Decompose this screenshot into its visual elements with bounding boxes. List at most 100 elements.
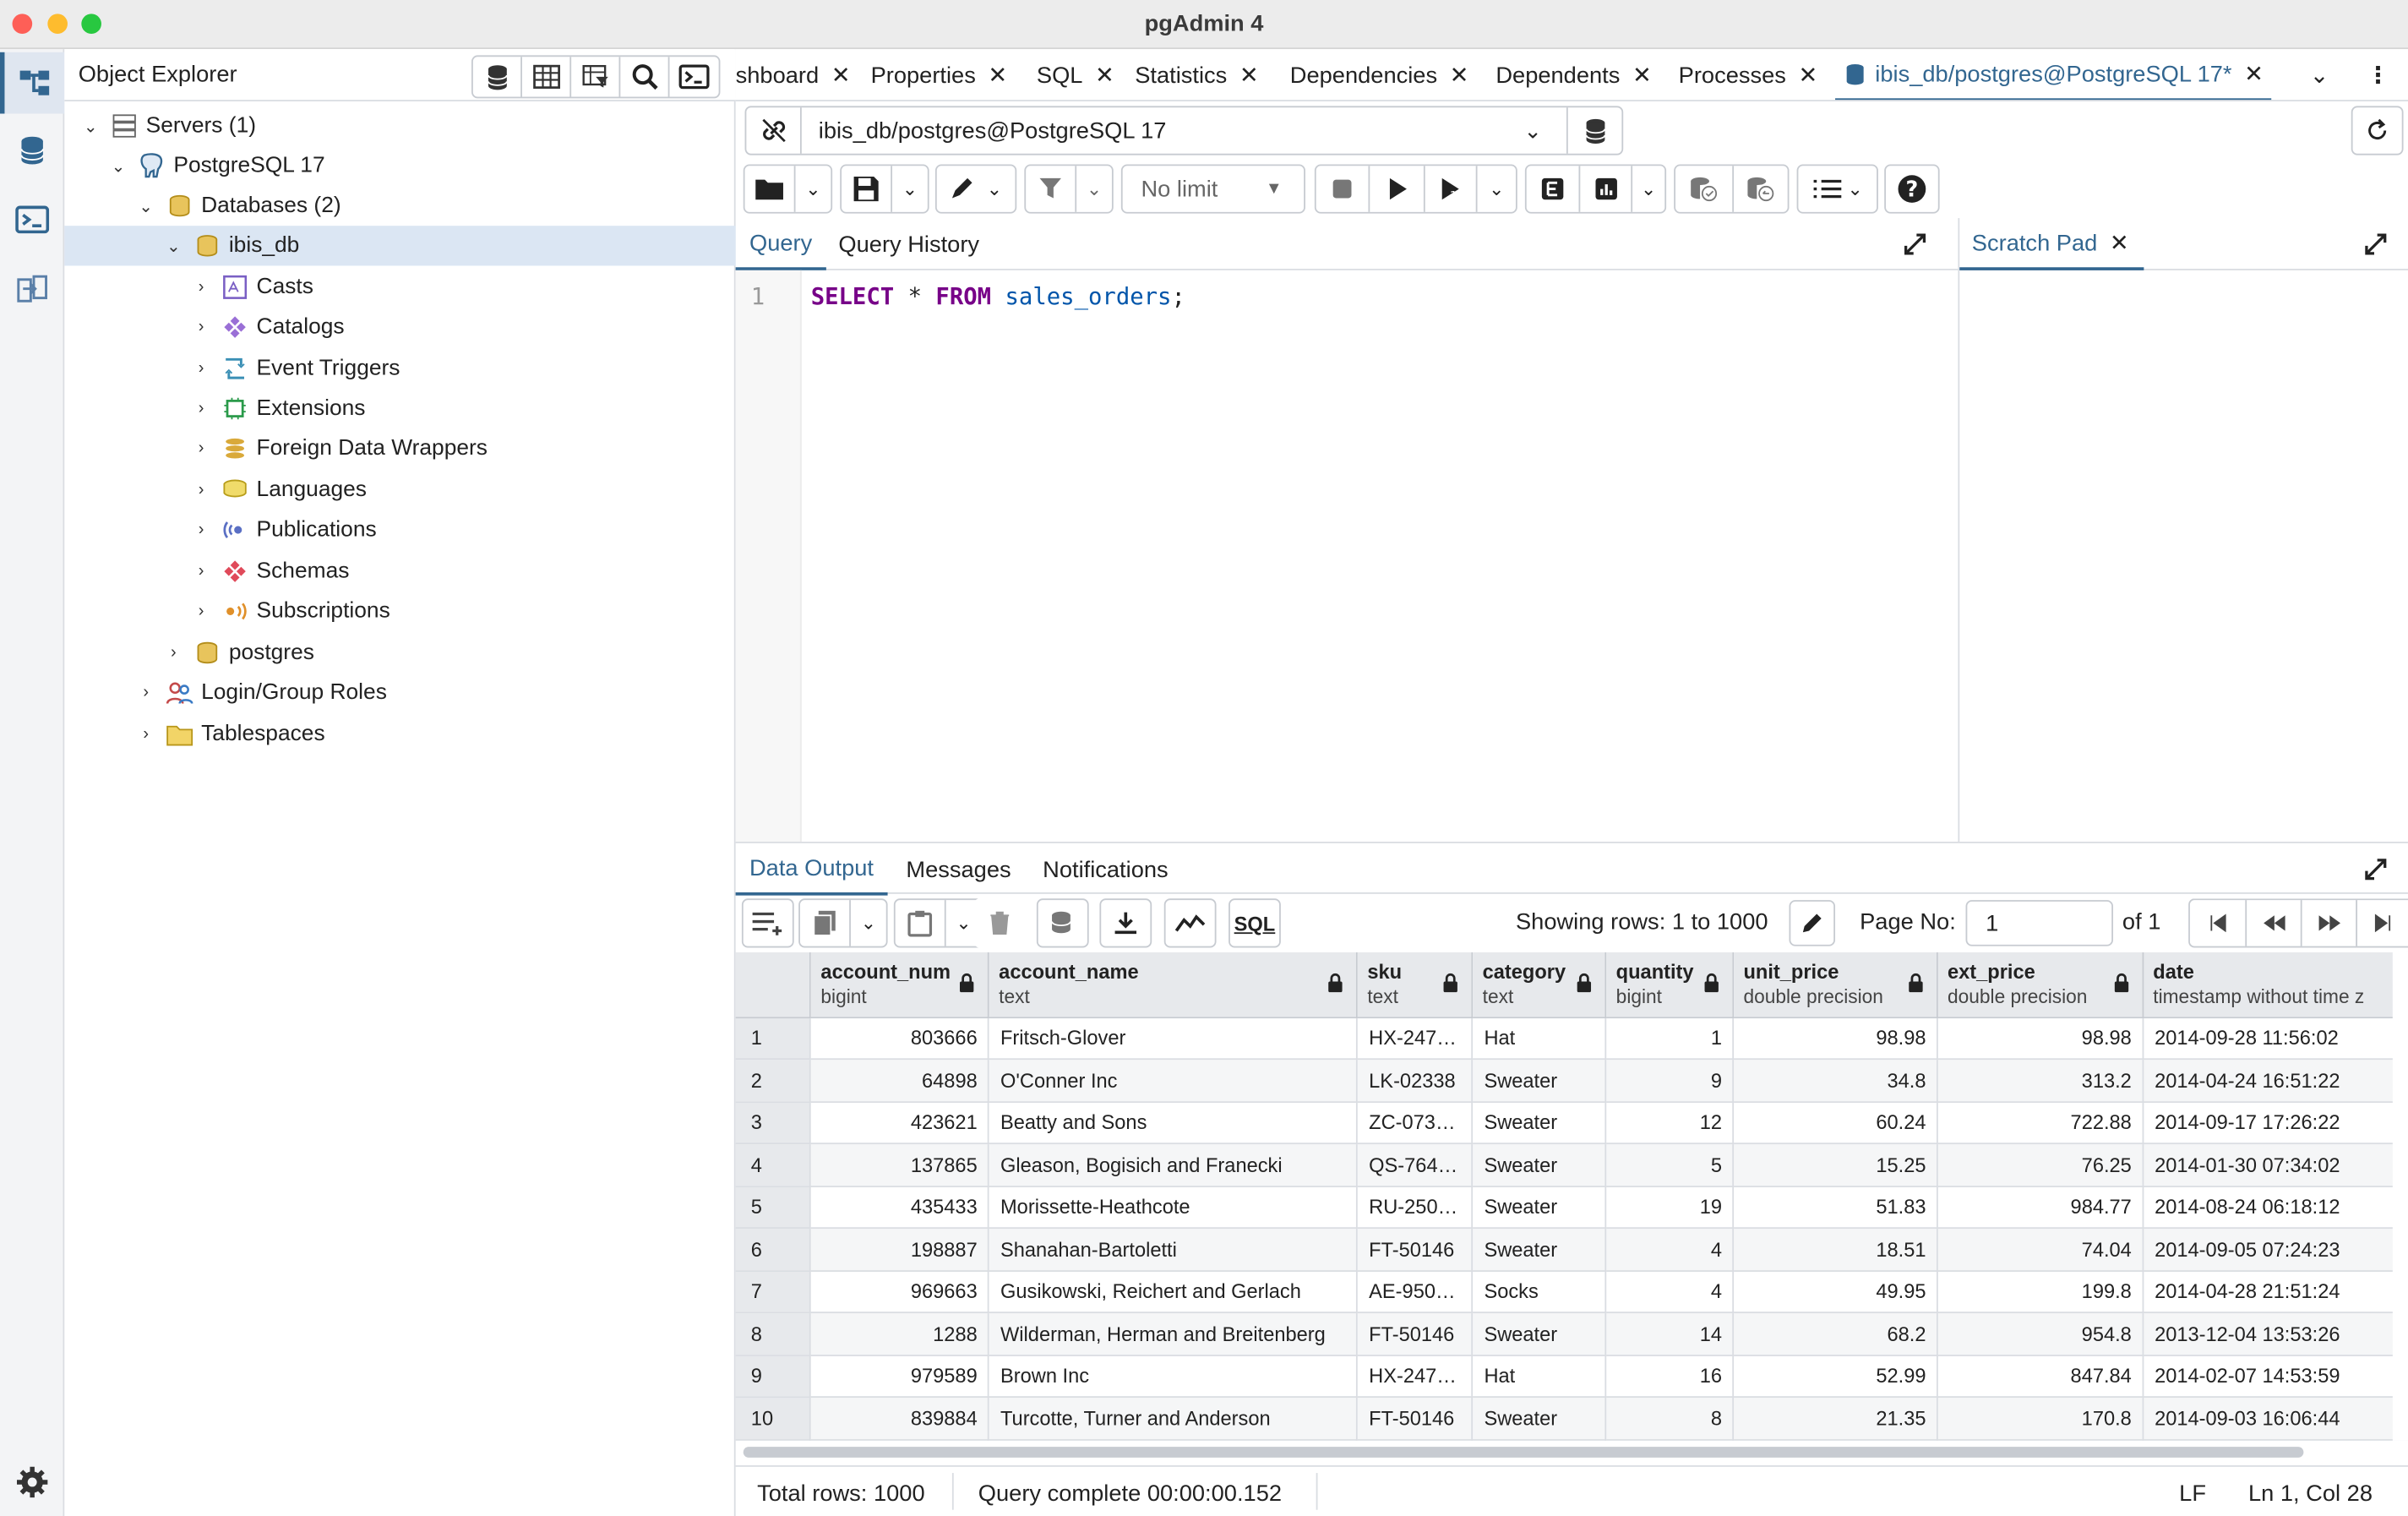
chevron-down-icon[interactable]: ⌄ xyxy=(133,196,158,216)
close-icon[interactable]: ✕ xyxy=(1239,62,1259,90)
explain-analyze-chart-icon[interactable] xyxy=(1578,166,1631,212)
table-row[interactable]: 6 198887 Shanahan-Bartoletti FT-50146 Sweate… xyxy=(735,1228,2408,1272)
last-page-icon[interactable] xyxy=(2356,900,2408,946)
tab-dashboard[interactable]: shboard ✕ xyxy=(736,49,851,100)
table-cell[interactable]: 722.88 xyxy=(1937,1101,2144,1145)
table-cell[interactable]: Sweater xyxy=(1472,1397,1607,1440)
table-cell[interactable]: Shanahan-Bartoletti xyxy=(989,1228,1359,1272)
tree-item-extensions[interactable]: › Extensions xyxy=(64,389,735,428)
chevron-right-icon[interactable]: › xyxy=(189,318,214,336)
row-number-cell[interactable]: 9 xyxy=(735,1355,812,1398)
rollback-icon[interactable] xyxy=(1731,166,1787,212)
table-cell[interactable]: Sweater xyxy=(1472,1312,1607,1356)
table-cell[interactable]: 137865 xyxy=(810,1143,990,1187)
tree-item-casts[interactable]: › Casts xyxy=(64,267,735,307)
table-row[interactable]: 9 979589 Brown Inc HX-247… Hat 16 52.99 847.84 2… xyxy=(735,1355,2408,1398)
first-page-icon[interactable] xyxy=(2190,913,2245,933)
table-row[interactable]: 4 137865 Gleason, Bogisich and Franecki QS-… xyxy=(735,1143,2408,1187)
row-number-cell[interactable]: 10 xyxy=(735,1397,812,1440)
close-icon[interactable]: ✕ xyxy=(1095,62,1114,90)
table-cell[interactable]: Gusikowski, Reichert and Gerlach xyxy=(989,1270,1359,1314)
table-cell[interactable]: 423621 xyxy=(810,1101,990,1145)
filter-button[interactable]: ⌄ xyxy=(1024,164,1114,214)
table-cell[interactable]: 68.2 xyxy=(1733,1312,1939,1356)
table-cell[interactable]: 954.8 xyxy=(1937,1312,2144,1356)
table-cell[interactable]: Sweater xyxy=(1472,1101,1607,1145)
table-cell[interactable]: LK-02338 xyxy=(1357,1059,1474,1103)
column-header[interactable]: date timestamp without time z xyxy=(2143,952,2408,1018)
tab-query-history[interactable]: Query History xyxy=(838,218,979,270)
table-cell[interactable]: Sweater xyxy=(1472,1059,1607,1103)
expand-icon[interactable] xyxy=(2363,218,2388,270)
tree-item-server[interactable]: ⌄ PostgreSQL 17 xyxy=(64,146,735,186)
scratch-pad-textarea[interactable] xyxy=(1959,270,2408,842)
chevron-right-icon[interactable]: › xyxy=(133,725,158,744)
chevron-right-icon[interactable]: › xyxy=(189,481,214,499)
chevron-right-icon[interactable]: › xyxy=(189,359,214,378)
table-cell[interactable]: 4 xyxy=(1605,1228,1735,1272)
chevron-down-icon[interactable]: ⌄ xyxy=(1475,166,1516,212)
table-cell[interactable]: 74.04 xyxy=(1937,1228,2144,1272)
table-cell[interactable]: 8 xyxy=(1605,1397,1735,1440)
tree-item-servers[interactable]: ⌄ Servers (1) xyxy=(64,106,735,145)
row-number-cell[interactable]: 4 xyxy=(735,1143,812,1187)
chevron-down-icon[interactable]: ⌄ xyxy=(106,155,130,176)
table-cell[interactable]: 4 xyxy=(1605,1270,1735,1314)
table-cell[interactable]: 2014-01-30 07:34:02 xyxy=(2143,1143,2408,1187)
table-cell[interactable]: 16 xyxy=(1605,1355,1735,1398)
tab-query-tool[interactable]: ibis_db/postgres@PostgreSQL 17* ✕ xyxy=(1835,49,2272,101)
table-cell[interactable]: 198887 xyxy=(810,1228,990,1272)
table-cell[interactable]: 1 xyxy=(1605,1017,1735,1061)
tab-overflow-chevron-down-icon[interactable]: ⌄ xyxy=(2310,49,2329,100)
database-icon[interactable] xyxy=(0,120,64,182)
stop-icon[interactable] xyxy=(1316,178,1369,199)
table-cell[interactable]: 19 xyxy=(1605,1186,1735,1230)
table-cell[interactable]: 14 xyxy=(1605,1312,1735,1356)
edit-options-button[interactable]: ⌄ xyxy=(934,164,1017,214)
tree-item-subscriptions[interactable]: › Subscriptions xyxy=(64,592,735,631)
table-cell[interactable]: ZC-073… xyxy=(1357,1101,1474,1145)
column-header[interactable]: account_num bigint xyxy=(810,952,990,1018)
table-cell[interactable]: FT-50146 xyxy=(1357,1397,1474,1440)
table-cell[interactable]: 969663 xyxy=(810,1270,990,1314)
edit-pencil-icon[interactable] xyxy=(1789,900,1836,946)
table-cell[interactable]: Turcotte, Turner and Anderson xyxy=(989,1397,1359,1440)
tree-item-databases[interactable]: ⌄ Databases (2) xyxy=(64,186,735,226)
horizontal-scrollbar[interactable] xyxy=(743,1447,2304,1458)
close-icon[interactable]: ✕ xyxy=(2110,229,2129,257)
table-cell[interactable]: HX-247… xyxy=(1357,1017,1474,1061)
search-icon[interactable] xyxy=(620,57,670,97)
table-cell[interactable]: 5 xyxy=(1605,1143,1735,1187)
tree-item-foreign-data-wrappers[interactable]: › Foreign Data Wrappers xyxy=(64,428,735,468)
help-button[interactable]: ? xyxy=(1884,164,1940,214)
tab-properties[interactable]: Properties ✕ xyxy=(871,49,1008,100)
table-cell[interactable]: Hat xyxy=(1472,1017,1607,1061)
sql-editor[interactable]: 1 SELECT * FROM sales_orders; xyxy=(735,270,1959,843)
explain-icon[interactable] xyxy=(1527,177,1579,201)
refresh-reset-layout-icon[interactable] xyxy=(2351,106,2404,155)
table-cell[interactable]: 9 xyxy=(1605,1059,1735,1103)
row-number-cell[interactable]: 5 xyxy=(735,1186,812,1230)
column-header[interactable]: category text xyxy=(1472,952,1607,1018)
chevron-down-icon[interactable]: ⌄ xyxy=(79,116,103,136)
tab-dependencies[interactable]: Dependencies ✕ xyxy=(1290,49,1469,100)
close-icon[interactable]: ✕ xyxy=(2244,60,2264,88)
previous-page-icon[interactable] xyxy=(2245,900,2300,946)
tab-query[interactable]: Query xyxy=(735,218,826,270)
table-cell[interactable]: 313.2 xyxy=(1937,1059,2144,1103)
execute-play-icon[interactable] xyxy=(1368,166,1423,212)
table-row[interactable]: 10 839884 Turcotte, Turner and Anderson FT-… xyxy=(735,1397,2408,1440)
column-header[interactable]: account_name text xyxy=(989,952,1359,1018)
filter-rows-icon[interactable] xyxy=(571,57,621,97)
psql-tool-icon[interactable] xyxy=(669,57,718,96)
tree-item-languages[interactable]: › Languages xyxy=(64,470,735,510)
chevron-down-icon[interactable]: ⌄ xyxy=(891,166,928,212)
chevron-down-icon[interactable]: ⌄ xyxy=(1075,166,1112,212)
vertical-scrollbar[interactable] xyxy=(2392,952,2408,1441)
tab-processes[interactable]: Processes ✕ xyxy=(1679,49,1818,100)
table-row[interactable]: 8 1288 Wilderman, Herman and Breitenberg FT… xyxy=(735,1312,2408,1356)
table-cell[interactable]: 984.77 xyxy=(1937,1186,2144,1230)
table-cell[interactable]: HX-247… xyxy=(1357,1355,1474,1398)
table-cell[interactable]: Gleason, Bogisich and Franecki xyxy=(989,1143,1359,1187)
chevron-down-icon[interactable]: ⌄ xyxy=(793,166,831,212)
